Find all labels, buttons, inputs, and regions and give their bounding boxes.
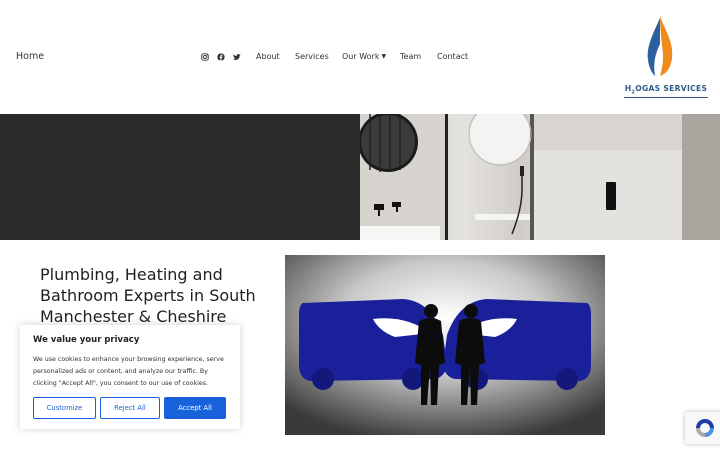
accept-all-button[interactable]: Accept All — [164, 397, 226, 419]
recaptcha-icon — [696, 419, 714, 437]
twitter-icon[interactable] — [232, 52, 242, 62]
site-logo[interactable]: H2OGAS SERVICES — [624, 14, 708, 100]
facebook-icon[interactable] — [216, 52, 226, 62]
cookie-button-row: Customize Reject All Accept All — [33, 397, 226, 419]
flame-logo-icon — [647, 16, 673, 76]
site-header: Home About Services Our Work ▼ Team Conta… — [0, 0, 720, 114]
page-headline: Plumbing, Heating and Bathroom Experts i… — [40, 265, 256, 326]
nav-contact[interactable]: Contact — [437, 52, 468, 61]
nav-our-work-label: Our Work — [342, 52, 380, 61]
vans-illustration — [285, 255, 605, 435]
customize-button[interactable]: Customize — [33, 397, 96, 419]
hero-banner — [0, 114, 720, 240]
nav-about[interactable]: About — [256, 52, 280, 61]
bathroom-photo — [360, 114, 720, 240]
cookie-consent-banner: We value your privacy We use cookies to … — [20, 325, 240, 429]
chevron-down-icon: ▼ — [381, 53, 387, 60]
logo-text: H2OGAS SERVICES — [624, 84, 708, 98]
nav-services[interactable]: Services — [295, 52, 329, 61]
nav-team[interactable]: Team — [400, 52, 421, 61]
nav-home[interactable]: Home — [16, 51, 44, 62]
recaptcha-badge[interactable] — [685, 412, 720, 444]
cookie-description: We use cookies to enhance your browsing … — [33, 356, 224, 387]
instagram-icon[interactable] — [200, 52, 210, 62]
cookie-title: We value your privacy — [33, 335, 140, 345]
reject-all-button[interactable]: Reject All — [100, 397, 160, 419]
hero-dark-panel — [0, 114, 360, 240]
nav-our-work[interactable]: Our Work ▼ — [342, 52, 386, 61]
